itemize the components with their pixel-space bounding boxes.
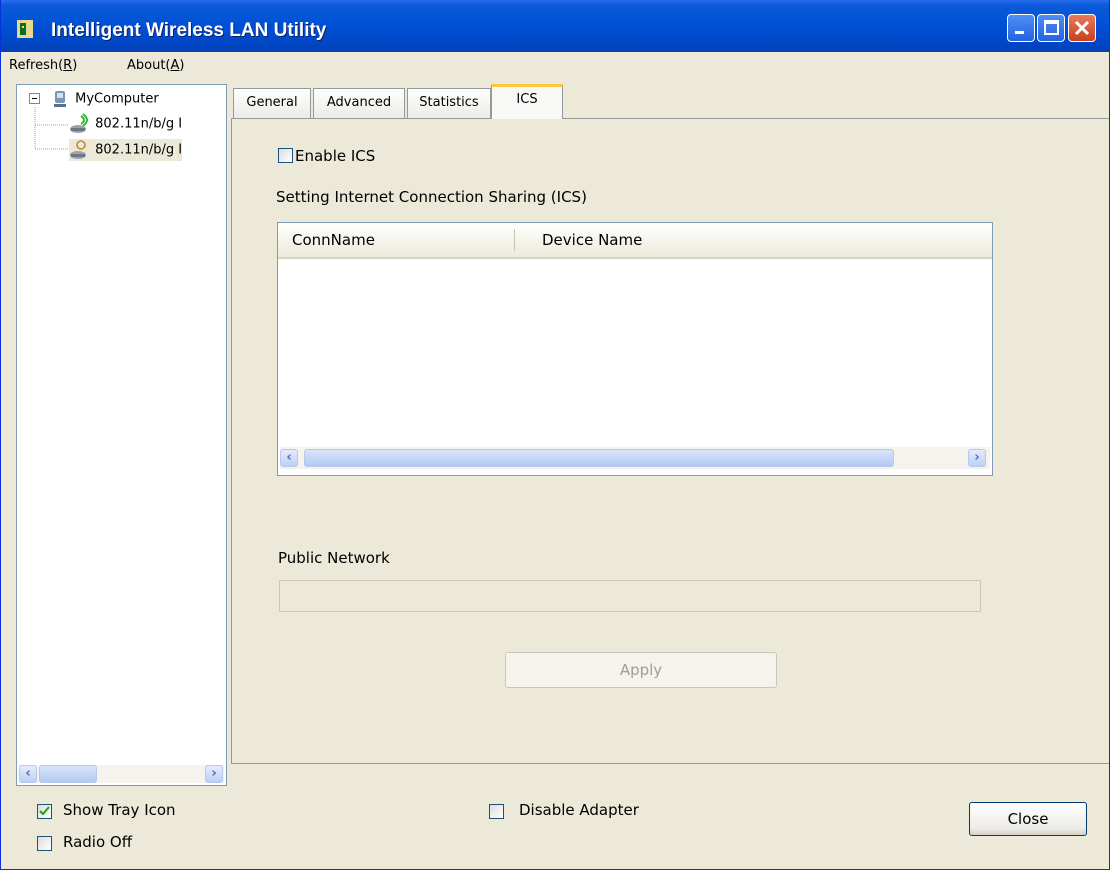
close-window-button[interactable]: [1068, 14, 1096, 42]
checkmark-icon: [39, 806, 50, 816]
column-device-name[interactable]: Device Name: [542, 231, 642, 249]
show-tray-icon-label: Show Tray Icon: [63, 801, 176, 819]
tree-scroll-right-button[interactable]: ›: [205, 765, 223, 783]
menu-about-prefix: About(: [127, 58, 171, 73]
column-separator[interactable]: [514, 229, 515, 251]
disable-adapter-label: Disable Adapter: [519, 801, 639, 819]
menu-refresh[interactable]: Refresh(R): [9, 58, 77, 73]
disable-adapter-checkbox[interactable]: [489, 804, 504, 819]
tab-ics[interactable]: ICS: [491, 84, 563, 119]
tab-advanced[interactable]: Advanced: [313, 88, 405, 118]
show-tray-icon-checkbox[interactable]: [37, 804, 52, 819]
list-scroll-right-button[interactable]: ›: [968, 449, 986, 467]
minimize-button[interactable]: [1007, 14, 1035, 42]
title-bar[interactable]: Intelligent Wireless LAN Utility: [1, 0, 1109, 53]
radio-off-label: Radio Off: [63, 833, 133, 851]
ics-list-horizontal-scrollbar[interactable]: ‹ ›: [280, 447, 990, 469]
window-title: Intelligent Wireless LAN Utility: [51, 20, 327, 41]
app-icon: [17, 20, 33, 38]
computer-icon: [54, 91, 66, 107]
list-scroll-left-button[interactable]: ‹: [280, 449, 298, 467]
list-scroll-thumb[interactable]: [304, 449, 894, 467]
main-window: Intelligent Wireless LAN Utility Refresh…: [0, 0, 1110, 870]
public-network-field[interactable]: [279, 580, 981, 612]
tree-item-adapter-2-label: 802.11n/b/g I: [95, 142, 183, 158]
collapse-icon: [29, 93, 40, 104]
maximize-button[interactable]: [1037, 14, 1065, 42]
tree-item-adapter-1[interactable]: 802.11n/b/g I: [69, 113, 182, 135]
tree-scroll-thumb[interactable]: [39, 765, 97, 783]
menu-refresh-prefix: Refresh(: [9, 58, 64, 73]
menu-about-suffix: ): [179, 58, 185, 73]
tree-item-adapter-1-label: 802.11n/b/g I: [95, 116, 183, 132]
tab-general[interactable]: General: [233, 88, 311, 118]
device-tree: MyComputer 802.11n/b/g I 802.11n/b/g I ‹…: [16, 84, 227, 786]
menu-refresh-suffix: ): [72, 58, 78, 73]
close-icon: [1074, 20, 1090, 36]
ics-section-title: Setting Internet Connection Sharing (ICS…: [276, 188, 587, 206]
tree-expander[interactable]: [29, 93, 40, 108]
menu-bar: Refresh(R) About(A): [1, 52, 1109, 80]
close-button[interactable]: Close: [969, 802, 1087, 836]
menu-about[interactable]: About(A): [127, 58, 185, 73]
ics-connection-list[interactable]: ConnName Device Name ‹ ›: [277, 222, 993, 476]
tree-item-mycomputer[interactable]: MyComputer: [51, 89, 159, 109]
tree-horizontal-scrollbar[interactable]: ‹ ›: [19, 765, 224, 783]
public-network-label: Public Network: [278, 549, 390, 567]
column-connname[interactable]: ConnName: [292, 231, 375, 249]
apply-button[interactable]: Apply: [505, 652, 777, 688]
tab-statistics[interactable]: Statistics: [407, 88, 491, 118]
radio-off-checkbox[interactable]: [37, 836, 52, 851]
maximize-icon: [1044, 20, 1059, 35]
wireless-adapter-connected-icon: [70, 113, 88, 133]
ics-list-header: ConnName Device Name: [278, 223, 992, 259]
enable-ics-label: Enable ICS: [295, 147, 376, 165]
tree-item-adapter-2[interactable]: 802.11n/b/g I: [69, 139, 183, 161]
minimize-icon: [1015, 31, 1024, 34]
tree-item-mycomputer-label: MyComputer: [75, 91, 159, 107]
menu-refresh-key: R: [63, 58, 73, 73]
enable-ics-checkbox[interactable]: [278, 148, 293, 163]
tree-scroll-left-button[interactable]: ‹: [19, 765, 37, 783]
wireless-adapter-icon: [70, 140, 86, 159]
